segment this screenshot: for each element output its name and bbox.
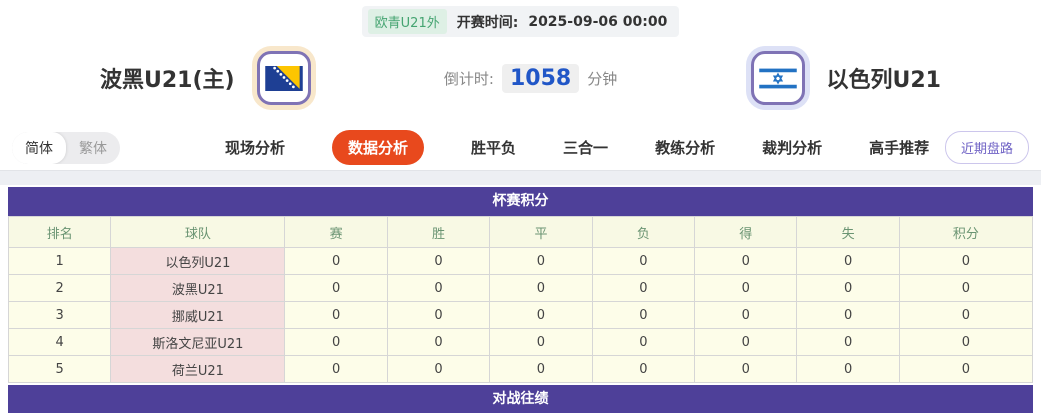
nav-item-0[interactable]: 现场分析 bbox=[225, 137, 285, 158]
league-badge: 欧青U21外 bbox=[367, 9, 447, 34]
column-header: 球队 bbox=[110, 216, 286, 248]
table-row: 5 荷兰U21 0 0 0 0 0 0 0 bbox=[7, 355, 1034, 383]
home-team: 波黑U21(主) bbox=[100, 51, 311, 105]
table-cell: 0 bbox=[386, 274, 491, 302]
column-header: 积分 bbox=[898, 216, 1034, 248]
table-cell: 0 bbox=[694, 247, 798, 275]
standings-table: 排名 球队赛胜平负得失积分 1 以色列U21 0 0 0 0 0 0 0 2 波黑U21 0 0 0 0 0 0 0… bbox=[7, 216, 1034, 383]
table-cell: 0 bbox=[796, 247, 900, 275]
team-cell: 挪威U21 bbox=[110, 301, 286, 329]
table-cell: 0 bbox=[694, 328, 798, 356]
table-cell: 0 bbox=[898, 355, 1034, 383]
column-header: 赛 bbox=[284, 216, 388, 248]
team-cell: 荷兰U21 bbox=[110, 355, 286, 383]
table-cell: 0 bbox=[898, 274, 1034, 302]
countdown-unit: 分钟 bbox=[587, 69, 618, 88]
israel-flag-icon bbox=[750, 51, 805, 105]
match-info-bar: 欧青U21外 开赛时间: 2025-09-06 00:00 bbox=[0, 0, 1041, 37]
away-team-name: 以色列U21 bbox=[826, 68, 941, 93]
table-cell: 0 bbox=[898, 328, 1034, 356]
table-cell: 0 bbox=[489, 301, 593, 329]
nav-items: 现场分析 数据分析 胜平负 三合一 教练分析 裁判分析 高手推荐 bbox=[225, 130, 929, 165]
nav-item-1[interactable]: 数据分析 bbox=[332, 130, 425, 165]
table-cell: 0 bbox=[694, 355, 798, 383]
table-cell: 0 bbox=[694, 274, 798, 302]
column-header: 得 bbox=[694, 216, 798, 248]
countdown: 倒计时: 1058 分钟 bbox=[443, 63, 618, 93]
lang-toggle-option-0[interactable]: 简体 bbox=[12, 131, 66, 164]
standings-title: 杯赛积分 bbox=[8, 187, 1033, 216]
table-cell: 0 bbox=[284, 247, 388, 275]
teams-row: 波黑U21(主) 倒计时: 1058 分钟 以色列U21 bbox=[0, 37, 1041, 125]
table-cell: 0 bbox=[386, 247, 491, 275]
column-header: 胜 bbox=[386, 216, 491, 248]
divider-strip bbox=[0, 170, 1041, 185]
table-cell: 0 bbox=[489, 328, 593, 356]
table-cell: 0 bbox=[591, 247, 696, 275]
language-toggle[interactable]: 简体 繁体 bbox=[12, 131, 120, 164]
column-header: 负 bbox=[591, 216, 696, 248]
table-cell: 0 bbox=[796, 274, 900, 302]
table-cell: 0 bbox=[386, 301, 491, 329]
table-cell: 0 bbox=[489, 274, 593, 302]
table-cell: 0 bbox=[489, 247, 593, 275]
home-team-name: 波黑U21(主) bbox=[100, 68, 235, 93]
table-row: 4 斯洛文尼亚U21 0 0 0 0 0 0 0 bbox=[7, 328, 1034, 356]
table-cell: 1 bbox=[7, 247, 112, 275]
table-cell: 0 bbox=[386, 328, 491, 356]
table-cell: 0 bbox=[591, 328, 696, 356]
table-cell: 3 bbox=[7, 301, 112, 329]
nav-item-3[interactable]: 三合一 bbox=[563, 137, 608, 158]
h2h-title: 对战往绩 bbox=[8, 385, 1033, 413]
nav-item-5[interactable]: 裁判分析 bbox=[762, 137, 822, 158]
table-cell: 0 bbox=[284, 274, 388, 302]
team-cell: 斯洛文尼亚U21 bbox=[110, 328, 286, 356]
table-row: 3 挪威U21 0 0 0 0 0 0 0 bbox=[7, 301, 1034, 329]
table-cell: 0 bbox=[591, 274, 696, 302]
table-cell: 0 bbox=[796, 328, 900, 356]
table-cell: 0 bbox=[386, 355, 491, 383]
table-cell: 0 bbox=[898, 247, 1034, 275]
kickoff-time: 2025-09-06 00:00 bbox=[528, 13, 668, 30]
nav-item-2[interactable]: 胜平负 bbox=[471, 137, 516, 158]
column-header: 失 bbox=[796, 216, 900, 248]
table-cell: 2 bbox=[7, 274, 112, 302]
table-cell: 0 bbox=[694, 301, 798, 329]
standings-section: 杯赛积分 排名 球队赛胜平负得失积分 1 以色列U21 0 0 0 0 0 0 0 2 波黑U21 0 0… bbox=[7, 187, 1034, 383]
table-cell: 0 bbox=[591, 301, 696, 329]
table-cell: 0 bbox=[898, 301, 1034, 329]
column-header: 平 bbox=[489, 216, 593, 248]
table-cell: 0 bbox=[591, 355, 696, 383]
h2h-section: 对战往绩 bbox=[8, 385, 1033, 413]
bosnia-flag-icon bbox=[256, 51, 311, 105]
countdown-label: 倒计时: bbox=[443, 69, 494, 88]
table-cell: 0 bbox=[796, 301, 900, 329]
team-cell: 以色列U21 bbox=[110, 247, 286, 275]
table-row: 2 波黑U21 0 0 0 0 0 0 0 bbox=[7, 274, 1034, 302]
nav-item-4[interactable]: 教练分析 bbox=[655, 137, 715, 158]
table-cell: 5 bbox=[7, 355, 112, 383]
match-info: 欧青U21外 开赛时间: 2025-09-06 00:00 bbox=[361, 6, 680, 37]
nav-bar: 简体 繁体 现场分析 数据分析 胜平负 三合一 教练分析 裁判分析 高手推荐 近期盘路 bbox=[0, 125, 1041, 170]
table-cell: 0 bbox=[796, 355, 900, 383]
lang-toggle-option-1[interactable]: 繁体 bbox=[66, 132, 120, 164]
table-cell: 4 bbox=[7, 328, 112, 356]
kickoff-label: 开赛时间: bbox=[456, 14, 519, 31]
away-team: 以色列U21 bbox=[750, 51, 941, 105]
countdown-value: 1058 bbox=[501, 63, 580, 93]
standings-header-row: 排名 球队赛胜平负得失积分 bbox=[7, 216, 1034, 248]
table-cell: 0 bbox=[284, 328, 388, 356]
table-cell: 0 bbox=[489, 355, 593, 383]
recent-trend-button[interactable]: 近期盘路 bbox=[944, 131, 1029, 164]
table-cell: 0 bbox=[284, 301, 388, 329]
team-cell: 波黑U21 bbox=[110, 274, 286, 302]
table-cell: 0 bbox=[284, 355, 388, 383]
column-header: 排名 bbox=[7, 216, 112, 248]
table-row: 1 以色列U21 0 0 0 0 0 0 0 bbox=[7, 247, 1034, 275]
nav-item-6[interactable]: 高手推荐 bbox=[869, 137, 929, 158]
